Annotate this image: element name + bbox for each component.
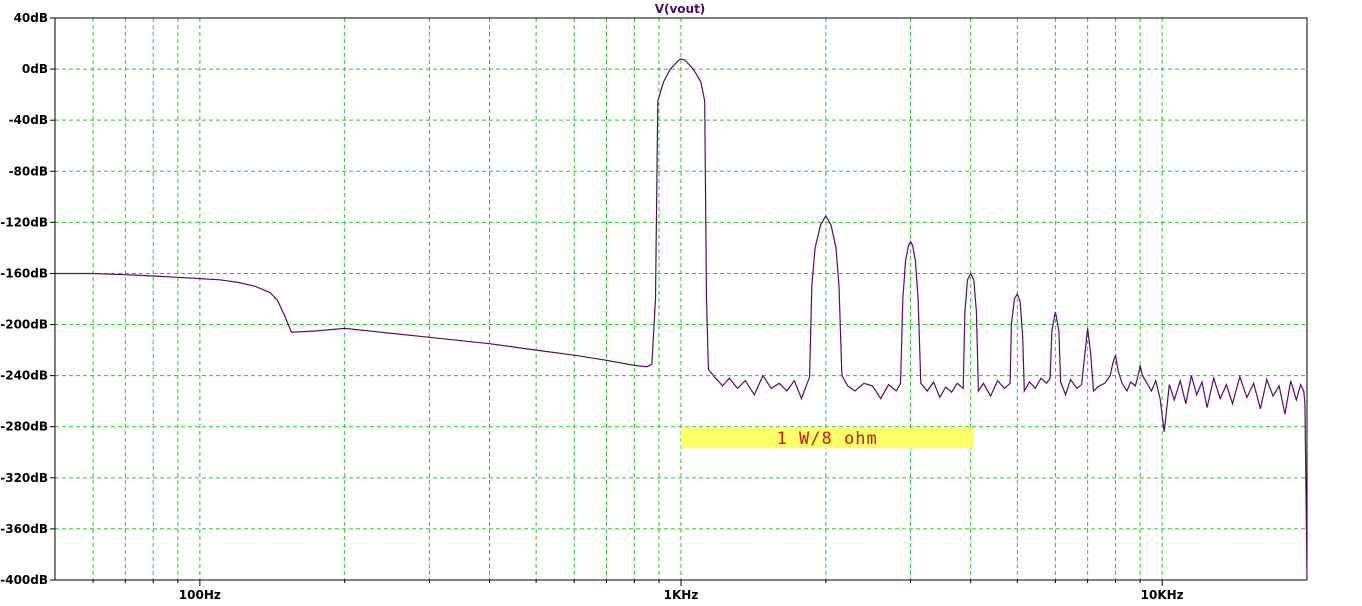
y-tick-label: -80dB xyxy=(9,164,48,178)
y-axis-labels: 40dB 0dB -40dB -80dB -120dB -160dB -200dB -240d… xyxy=(0,11,48,587)
x-tick-label: 10KHz xyxy=(1141,588,1184,602)
y-tick-label: -360dB xyxy=(0,522,48,536)
y-tick-label: -40dB xyxy=(9,113,48,127)
y-tick-label: -160dB xyxy=(0,266,48,280)
grid-lines xyxy=(55,18,1307,580)
annotation-box: 1 W/8 ohm xyxy=(681,428,974,449)
y-tick-label: -320dB xyxy=(0,471,48,485)
y-tick-label: -400dB xyxy=(0,573,48,587)
y-tick-label: -280dB xyxy=(0,420,48,434)
chart-area: 40dB 0dB -40dB -80dB -120dB -160dB -200dB -240d… xyxy=(0,2,1308,602)
annotation-label: 1 W/8 ohm xyxy=(777,429,878,449)
y-tick-label: 40dB xyxy=(14,11,48,25)
chart-title: V(vout) xyxy=(655,2,706,16)
y-tick-label: -120dB xyxy=(0,215,48,229)
y-tick-label: 0dB xyxy=(22,62,48,76)
y-tick-label: -200dB xyxy=(0,318,48,332)
y-tick-label: -240dB xyxy=(0,369,48,383)
x-tick-label: 1KHz xyxy=(664,588,699,602)
x-tick-label: 100Hz xyxy=(179,588,221,602)
x-axis-labels: 100Hz 1KHz 10KHz xyxy=(179,588,1184,602)
